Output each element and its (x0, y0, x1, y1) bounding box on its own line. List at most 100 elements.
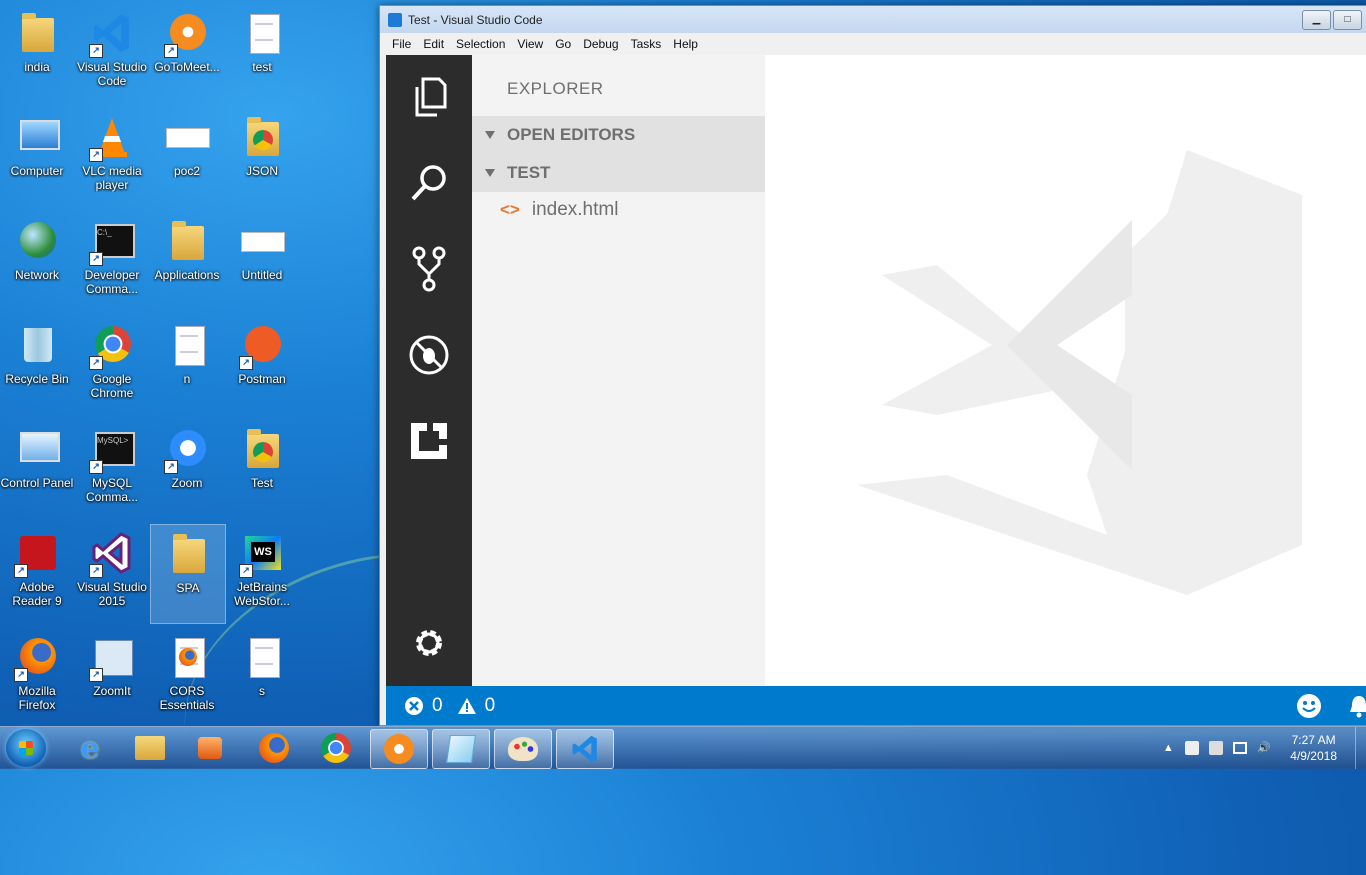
menu-go[interactable]: Go (549, 37, 577, 51)
desktop-icon-label: Developer Comma... (84, 268, 140, 296)
device-icon[interactable] (1209, 741, 1224, 755)
desktop-icon-gotomeeting[interactable]: ↗ GoToMeet... (150, 4, 224, 102)
taskbar-gotomeeting[interactable] (370, 729, 428, 769)
gotomeeting-icon (384, 734, 414, 764)
desktop-icon-control-panel[interactable]: Control Panel (0, 420, 74, 518)
vscode-icon (572, 735, 597, 763)
notifications-bell-icon[interactable] (1348, 694, 1366, 718)
desktop-icon-label: VLC media player (82, 164, 142, 192)
desktop-icon-json[interactable]: JSON (225, 108, 299, 206)
folder-section[interactable]: TEST (472, 154, 765, 192)
html-file-icon: <> (500, 200, 520, 219)
desktop-icon-applications[interactable]: Applications (150, 212, 224, 310)
internet-explorer-icon: e (80, 730, 100, 766)
taskbar-paint[interactable] (494, 729, 552, 769)
desktop-icon-spa[interactable]: SPA (150, 524, 226, 624)
paint-palette-icon (508, 737, 538, 761)
desktop-icon-label: JSON (245, 164, 278, 178)
menu-edit[interactable]: Edit (417, 37, 450, 51)
source-control-icon[interactable] (407, 246, 451, 292)
settings-gear-icon[interactable] (407, 621, 451, 665)
desktop-icon-google-chrome[interactable]: ↗ Google Chrome (75, 316, 149, 414)
desktop-icon-visual-studio-2015[interactable]: ↗ Visual Studio 2015 (75, 524, 149, 622)
taskbar-vscode[interactable] (556, 729, 614, 769)
taskbar-media-player[interactable] (182, 729, 238, 767)
warning-count: 0 (484, 694, 496, 716)
desktop-icon-label: Untitled (241, 268, 283, 282)
files-icon[interactable] (407, 75, 451, 119)
taskbar-notepad[interactable] (432, 729, 490, 769)
clock-date: 4/9/2018 (1290, 749, 1337, 763)
taskbar-internet-explorer[interactable]: e (62, 729, 118, 767)
menu-view[interactable]: View (511, 37, 549, 51)
chrome-folder-icon (241, 426, 283, 472)
menu-help[interactable]: Help (667, 37, 704, 51)
show-hidden-icons-icon[interactable]: ▲ (1161, 741, 1175, 755)
volume-icon[interactable]: 🔊 (1257, 741, 1271, 755)
start-button[interactable] (6, 729, 46, 767)
search-icon[interactable] (407, 161, 451, 205)
desktop-icon-label: s (259, 684, 265, 698)
desktop-icon-india[interactable]: india (0, 4, 74, 102)
desktop-icon-label: SPA (176, 581, 200, 595)
desktop-icon-cors-essentials[interactable]: CORS Essentials (150, 628, 224, 726)
extensions-icon[interactable] (407, 419, 451, 463)
taskbar-firefox[interactable] (246, 729, 302, 767)
menu-selection[interactable]: Selection (450, 37, 511, 51)
minimize-button[interactable]: ▁ (1302, 9, 1331, 30)
desktop-icon-postman[interactable]: ↗ Postman (225, 316, 299, 414)
desktop-icon-s[interactable]: s (225, 628, 299, 726)
desktop-icon-n[interactable]: n (150, 316, 224, 414)
desktop-icon-untitled[interactable]: Untitled (225, 212, 299, 310)
webstorm-icon: WS ↗ (239, 530, 283, 578)
maximize-button[interactable]: □ (1333, 9, 1362, 30)
menu-tasks[interactable]: Tasks (625, 37, 668, 51)
desktop-icon-label: Control Panel (0, 476, 74, 490)
status-bar-right (1296, 693, 1366, 719)
network-status-icon[interactable] (1233, 742, 1248, 754)
magnifier-icon: ↗ (89, 634, 133, 682)
file-item-index-html[interactable]: <> index.html (472, 195, 765, 225)
desktop-icon-poc2[interactable]: poc2 (150, 108, 224, 206)
window-titlebar[interactable]: Test - Visual Studio Code ▁ □ (380, 6, 1366, 33)
vscode-watermark-icon (857, 150, 1302, 595)
vscode-icon (388, 12, 402, 27)
desktop-icon-vlc[interactable]: ↗ VLC media player (75, 108, 149, 206)
menu-file[interactable]: File (386, 37, 417, 51)
desktop-icon-test-file[interactable]: test (225, 4, 299, 102)
vlc-cone-icon: ↗ (89, 114, 133, 162)
desktop-icon-network[interactable]: Network (0, 212, 74, 310)
desktop-icon-zoomit[interactable]: ↗ ZoomIt (75, 628, 149, 726)
problems-status[interactable]: 0 0 (404, 695, 495, 717)
menu-bar: File Edit Selection View Go Debug Tasks … (380, 33, 1366, 55)
feedback-smiley-icon[interactable] (1296, 693, 1322, 719)
action-center-flag-icon[interactable] (1185, 741, 1200, 755)
desktop-icon-label: poc2 (173, 164, 201, 178)
desktop-icon-test-folder[interactable]: Test (225, 420, 299, 518)
desktop-icon-computer[interactable]: Computer (0, 108, 74, 206)
desktop-icon-vscode[interactable]: ↗ Visual Studio Code (75, 4, 149, 102)
control-panel-icon (16, 426, 60, 472)
zoom-camera-icon: ↗ (164, 426, 208, 474)
desktop-icon-mysql[interactable]: MySQL> ↗ MySQL Comma... (75, 420, 149, 518)
desktop-icon-recycle-bin[interactable]: Recycle Bin (0, 316, 74, 414)
desktop-icon-firefox[interactable]: ↗ Mozilla Firefox (0, 628, 74, 726)
windows-logo-icon (19, 741, 33, 755)
taskbar-chrome[interactable] (308, 729, 364, 767)
desktop-icon-developer-command[interactable]: C:\_ ↗ Developer Comma... (75, 212, 149, 310)
taskbar-file-explorer[interactable] (122, 729, 178, 767)
desktop-icon-zoom[interactable]: ↗ Zoom (150, 420, 224, 518)
menu-debug[interactable]: Debug (577, 37, 624, 51)
firefox-document-icon (166, 634, 208, 680)
show-desktop-button[interactable] (1355, 727, 1366, 769)
editor-area[interactable] (765, 55, 1366, 686)
chevron-down-icon (485, 131, 495, 139)
vscode-window: Test - Visual Studio Code ▁ □ File Edit … (379, 5, 1366, 726)
clock[interactable]: 7:27 AM 4/9/2018 (1290, 732, 1337, 764)
open-editors-section[interactable]: OPEN EDITORS (472, 116, 765, 154)
notepad-icon (446, 735, 476, 763)
desktop-icon-adobe-reader[interactable]: ↗ Adobe Reader 9 (0, 524, 74, 622)
desktop-icon-webstorm[interactable]: WS ↗ JetBrains WebStor... (225, 524, 299, 622)
explorer-title: EXPLORER (507, 79, 604, 98)
debug-icon[interactable] (407, 333, 451, 377)
